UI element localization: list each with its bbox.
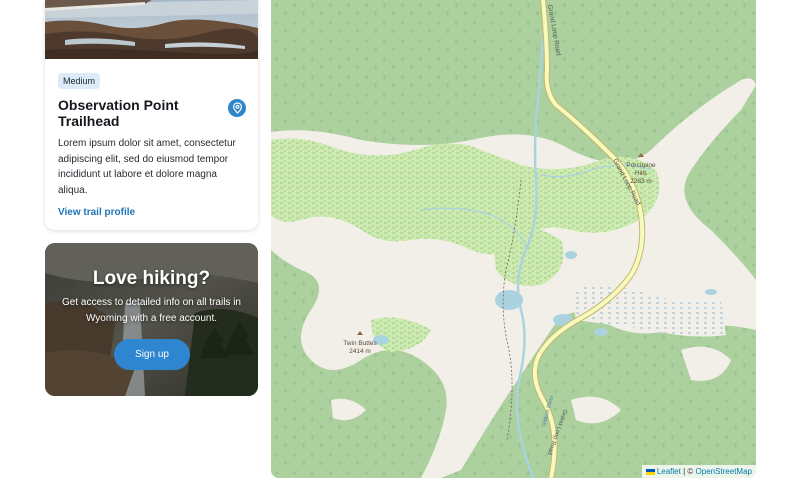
- peak-label-porcupine-line2: Hills: [635, 170, 648, 177]
- signup-promo-card: Love hiking? Get access to detailed info…: [45, 243, 258, 396]
- promo-text: Get access to detailed info on all trail…: [62, 297, 241, 324]
- map-pin-icon: [232, 102, 242, 114]
- trail-card-body: Medium Observation Point Trailhead Lorem…: [58, 71, 248, 218]
- trail-photo: [45, 0, 258, 59]
- trail-card: Medium Observation Point Trailhead Lorem…: [45, 0, 258, 230]
- difficulty-badge: Medium: [58, 73, 101, 89]
- trail-map[interactable]: Grand Loop Road Grand Loop Road Grand Lo…: [271, 0, 756, 478]
- peak-elevation-porcupine: 2283 m: [630, 178, 652, 185]
- peak-elevation-twin-buttes: 2414 m: [349, 348, 371, 355]
- attribution-separator: | ©: [683, 467, 694, 476]
- peak-label-twin-buttes: Twin Buttes: [343, 340, 377, 347]
- trail-title: Observation Point Trailhead: [58, 97, 179, 129]
- view-trail-profile-link[interactable]: View trail profile: [58, 207, 248, 218]
- promo-title: Love hiking?: [92, 268, 211, 289]
- map-pin-button[interactable]: [228, 99, 246, 117]
- map-tiles[interactable]: Grand Loop Road Grand Loop Road Grand Lo…: [271, 0, 756, 478]
- openstreetmap-link[interactable]: OpenStreetMap: [696, 467, 752, 476]
- ukraine-flag-icon: [645, 468, 655, 475]
- sign-up-button[interactable]: Sign up: [114, 339, 190, 370]
- map-attribution: Leaflet | © OpenStreetMap: [641, 465, 756, 478]
- leaflet-link[interactable]: Leaflet: [657, 467, 681, 476]
- peak-label-porcupine-line1: Porcupine: [626, 162, 656, 169]
- trail-description: Lorem ipsum dolor sit amet, consectetur …: [58, 138, 236, 196]
